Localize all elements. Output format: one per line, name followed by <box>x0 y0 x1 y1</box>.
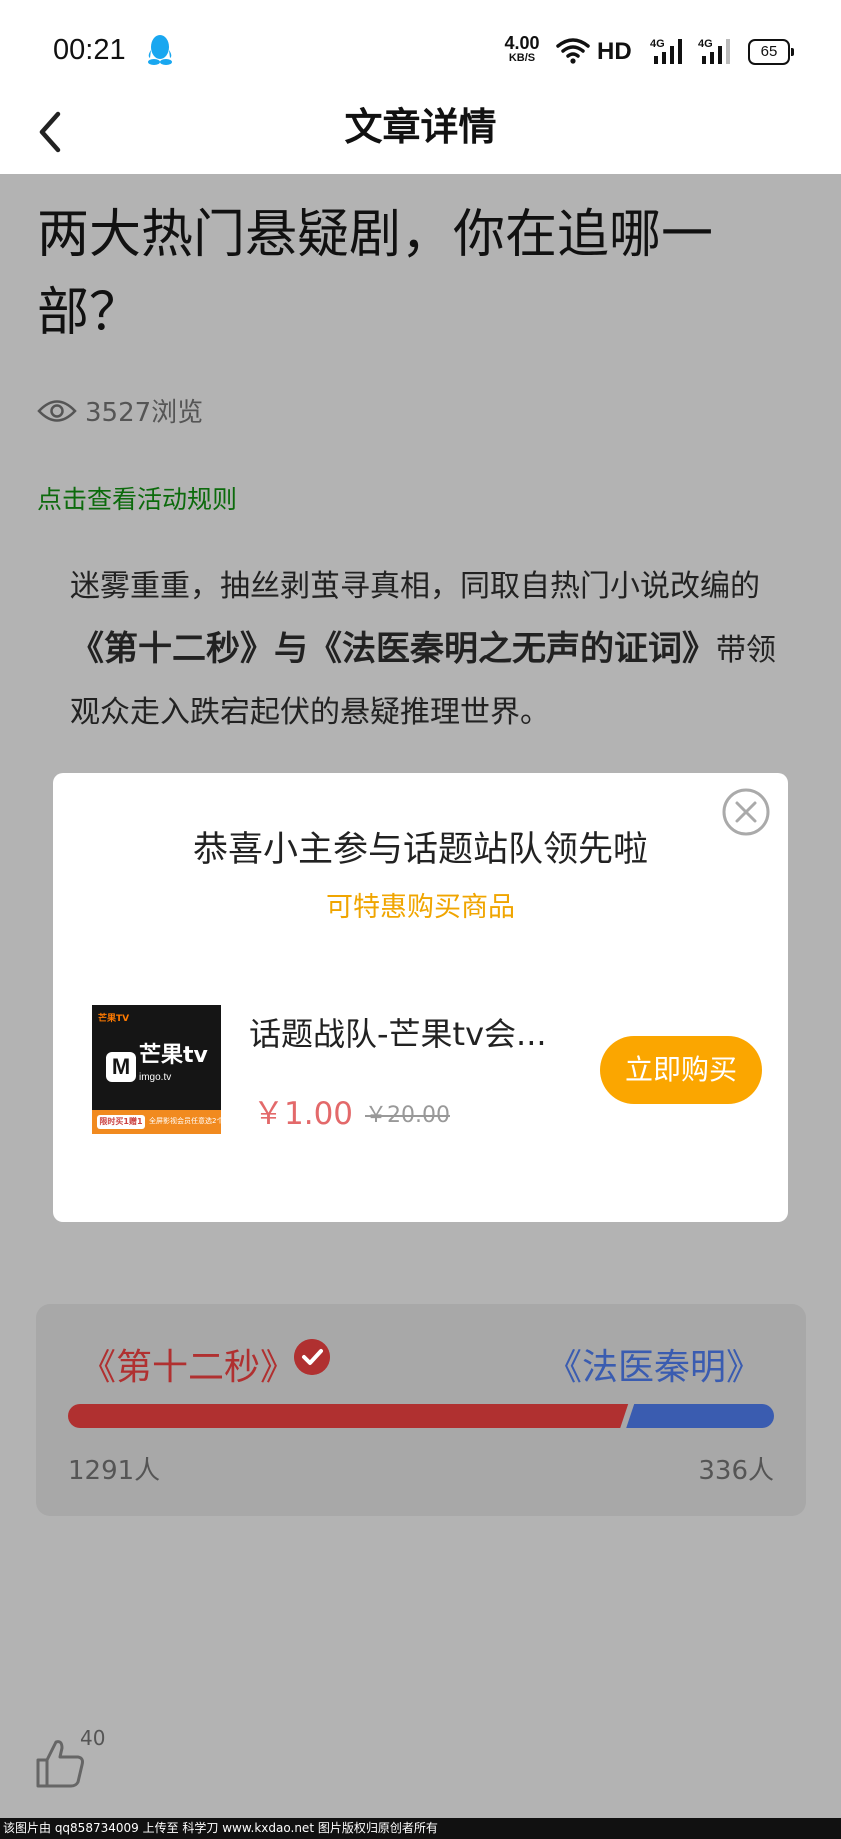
product-name[interactable]: 话题战队-芒果tv会... <box>249 1009 547 1055</box>
vote-bar <box>68 1404 774 1428</box>
mango-logo-sub: imgo.tv <box>139 1072 172 1083</box>
watermark-footer: 该图片由 qq858734009 上传至 科学刀 www.kxdao.net 图… <box>0 1818 841 1839</box>
product-image-band-text: 全屏影视会员任意选2个月 <box>149 1117 221 1125</box>
nav-bar: 文章详情 <box>0 100 841 174</box>
buy-now-button[interactable]: 立即购买 <box>600 1036 762 1104</box>
net-speed-unit: KB/S <box>508 52 536 64</box>
activity-rules-link[interactable]: 点击查看活动规则 <box>37 480 237 516</box>
product-image-top-text: 芒果TV <box>98 1014 130 1024</box>
signal-2-label: 4G <box>698 38 713 50</box>
status-time: 00:21 <box>53 34 126 66</box>
check-icon <box>294 1339 330 1375</box>
vote-bar-team-a <box>68 1404 629 1428</box>
team-b-count: 336人 <box>698 1456 774 1486</box>
modal-subtitle: 可特惠购买商品 <box>326 892 515 923</box>
article-title: 两大热门悬疑剧，你在追哪一部？ <box>37 205 714 343</box>
promo-modal: 恭喜小主参与话题站队领先啦 可特惠购买商品 芒果TV M 芒果tv imgo.t… <box>53 773 788 1222</box>
modal-title: 恭喜小主参与话题站队领先啦 <box>192 830 648 870</box>
wifi-icon <box>556 38 590 64</box>
product-price: ￥1.00 <box>253 1096 354 1132</box>
team-a-count: 1291人 <box>68 1456 161 1486</box>
like-count: 40 <box>80 1726 106 1750</box>
show-b-title: 《法医秦明之无声的证词》 <box>308 629 716 669</box>
page-title: 文章详情 <box>344 105 497 149</box>
product-image-band: 限时买1赠1 全屏影视会员任意选2个月 <box>92 1110 221 1134</box>
vote-panel: 《第十二秒》 《法医秦明》 1291人 336人 <box>36 1304 806 1516</box>
body-text-1: 迷雾重重，抽丝剥茧寻真相，同取自热门小说改编的 <box>70 569 760 604</box>
product-original-price: ￥20.00 <box>365 1103 450 1128</box>
mango-logo-mark: M <box>106 1052 136 1082</box>
product-image[interactable]: 芒果TV M 芒果tv imgo.tv 限时买1赠1 全屏影视会员任意选2个月 <box>92 1005 221 1134</box>
mango-tv-logo: M 芒果tv imgo.tv <box>106 1045 208 1089</box>
team-b-label[interactable]: 《法医秦明》 <box>546 1338 762 1390</box>
eye-icon <box>37 399 77 422</box>
team-a-label[interactable]: 《第十二秒》 <box>80 1338 296 1390</box>
signal-icon: 4G <box>698 38 730 64</box>
view-count: 3527浏览 <box>37 392 203 429</box>
article-body: 迷雾重重，抽丝剥茧寻真相，同取自热门小说改编的《第十二秒》与《法医秦明之无声的证… <box>70 556 780 744</box>
mango-logo-text: 芒果tv <box>139 1043 208 1068</box>
status-bar: 00:21 4.00 KB/S HD 4G 4G 65 <box>0 0 841 100</box>
net-speed: 4.00 KB/S <box>503 34 541 64</box>
net-speed-value: 4.00 <box>504 33 540 53</box>
signal-icon: 4G <box>650 38 682 64</box>
connector-text: 与 <box>274 629 308 669</box>
vote-bar-team-b <box>626 1404 774 1428</box>
show-a-title: 《第十二秒》 <box>70 629 274 669</box>
qq-penguin-icon <box>148 35 172 65</box>
hd-indicator: HD <box>597 38 632 65</box>
battery-icon: 65 <box>748 39 794 65</box>
thumbs-up-icon[interactable] <box>34 1738 86 1790</box>
product-image-badge: 限时买1赠1 <box>97 1115 145 1129</box>
signal-1-label: 4G <box>650 38 665 50</box>
view-count-text: 3527浏览 <box>85 398 204 428</box>
